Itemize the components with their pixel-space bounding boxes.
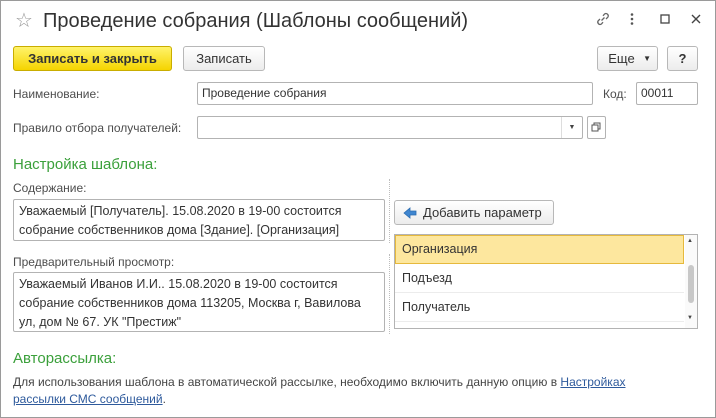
content-line-1: Уважаемый [Получатель]. 15.08.2020 в 19-… — [19, 204, 342, 218]
scroll-up-icon[interactable]: ▲ — [687, 238, 693, 244]
preview-line-1: Уважаемый Иванов И.И.. 15.08.2020 в 19-0… — [19, 277, 338, 291]
preview-line-3: ул, дом № 67. УК "Престиж" — [19, 315, 182, 329]
parameters-list[interactable]: Организация Подъезд Получатель ▲ ▼ — [394, 234, 698, 329]
content-textarea[interactable]: Уважаемый [Получатель]. 15.08.2020 в 19-… — [13, 199, 385, 241]
name-input[interactable]: Проведение собрания — [197, 82, 593, 105]
help-button[interactable]: ? — [667, 46, 698, 71]
autosend-text: Для использования шаблона в автоматическ… — [13, 375, 561, 389]
chevron-down-icon: ▼ — [643, 54, 651, 63]
preview-text: Уважаемый Иванов И.И.. 15.08.2020 в 19-0… — [13, 272, 385, 332]
favorite-star-icon[interactable]: ☆ — [15, 10, 33, 32]
autosend-heading: Авторассылка: — [13, 350, 117, 367]
list-scrollbar[interactable]: ▲ ▼ — [685, 235, 697, 328]
content-line-2: собрание собственников дома [Здание]. [О… — [19, 223, 340, 237]
more-actions-button[interactable]: Еще ▼ — [597, 46, 658, 71]
template-settings-heading: Настройка шаблона: — [13, 156, 158, 173]
rule-label: Правило отбора получателей: — [13, 121, 182, 135]
rule-select[interactable]: ▼ — [197, 116, 583, 139]
autosend-period: . — [162, 392, 166, 406]
sms-settings-link-continued[interactable]: рассылки СМС сообщений — [13, 392, 163, 406]
list-item-recipient[interactable]: Получатель — [395, 293, 684, 322]
close-icon[interactable] — [685, 11, 707, 31]
maximize-icon[interactable] — [654, 11, 676, 31]
open-window-icon — [591, 122, 601, 132]
open-rule-button[interactable] — [587, 116, 606, 139]
code-input[interactable]: 00011 — [636, 82, 698, 105]
arrow-left-icon — [403, 207, 417, 219]
more-actions-label: Еще — [608, 51, 635, 66]
list-item-entrance[interactable]: Подъезд — [395, 264, 684, 293]
code-label: Код: — [603, 87, 627, 101]
add-parameter-button[interactable]: Добавить параметр — [394, 200, 554, 225]
preview-label: Предварительный просмотр: — [13, 255, 175, 269]
separator — [389, 179, 390, 243]
more-vertical-icon[interactable] — [621, 11, 643, 31]
form-window: ☆ Проведение собрания (Шаблоны сообщений… — [0, 0, 716, 418]
window-title: Проведение собрания (Шаблоны сообщений) — [43, 10, 469, 32]
link-icon[interactable] — [592, 11, 614, 31]
content-label: Содержание: — [13, 181, 87, 195]
autosend-description: Для использования шаблона в автоматическ… — [13, 374, 703, 408]
separator — [389, 254, 390, 334]
preview-line-2: собрание собственников дома 113205, Моск… — [19, 296, 361, 310]
sms-settings-link[interactable]: Настройках — [560, 375, 625, 389]
name-label: Наименование: — [13, 87, 100, 101]
dropdown-arrow-icon[interactable]: ▼ — [561, 117, 582, 138]
list-item-organization[interactable]: Организация — [395, 235, 684, 264]
scroll-down-icon[interactable]: ▼ — [687, 315, 693, 321]
save-and-close-button[interactable]: Записать и закрыть — [13, 46, 172, 71]
scroll-thumb[interactable] — [688, 265, 694, 303]
add-parameter-label: Добавить параметр — [423, 205, 542, 220]
save-button[interactable]: Записать — [183, 46, 265, 71]
